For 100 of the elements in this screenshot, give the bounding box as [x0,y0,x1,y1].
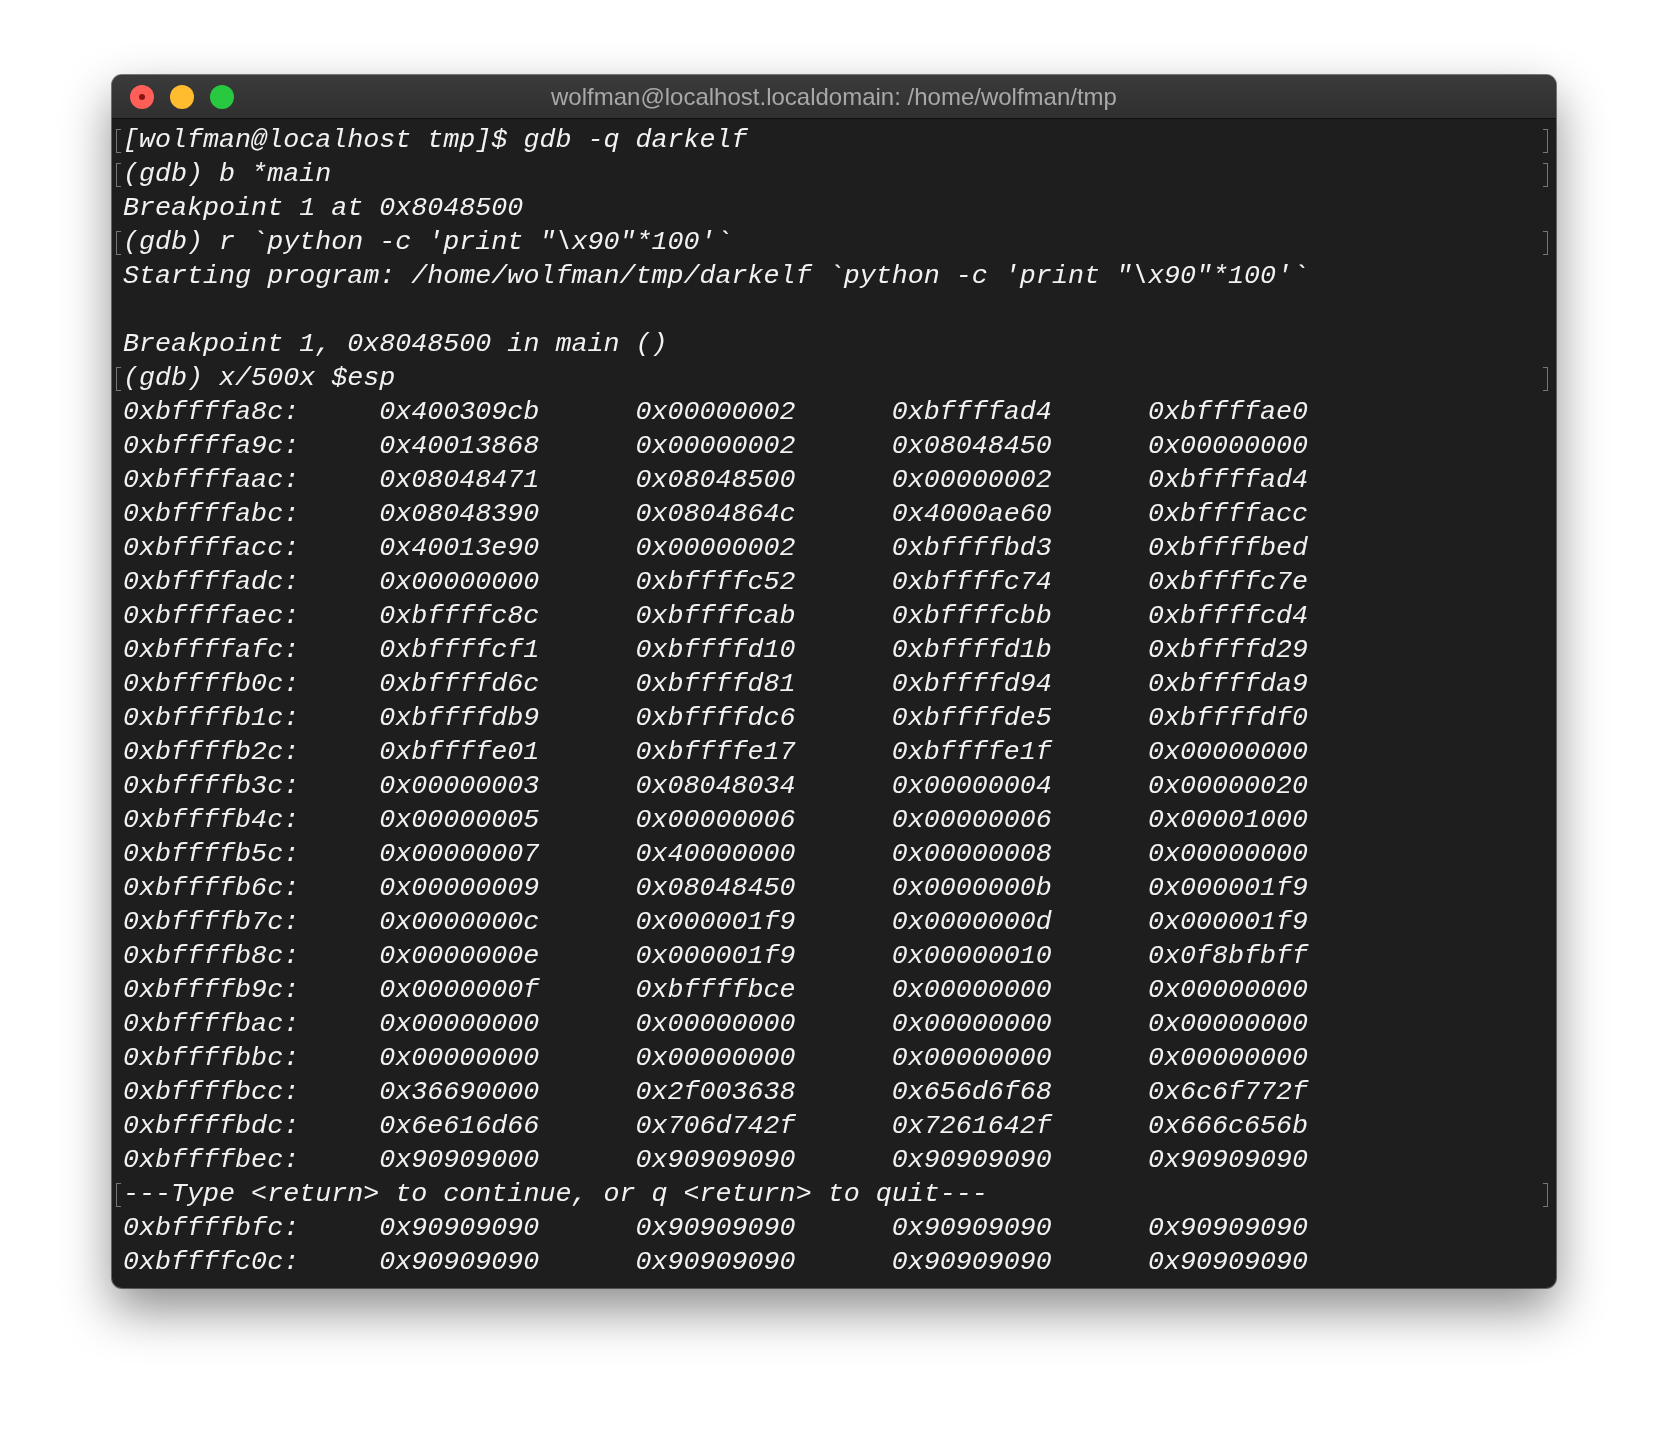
memory-value: 0x0000000e [379,940,541,973]
memory-value: 0x00000008 [891,838,1053,871]
memory-address: 0xbffffbfc: [123,1212,301,1245]
memory-value: 0xbffffcd4 [1147,600,1310,633]
memory-value: 0x7261642f [891,1110,1054,1143]
prompt-mark [1543,367,1548,391]
memory-value: 0x00000007 [379,838,541,871]
memory-value: 0x6e616d66 [379,1110,541,1143]
memory-address: 0xbffffabc: [123,498,301,531]
memory-value: 0x666c656b [1147,1110,1310,1143]
terminal-line: (gdb) x/500x $esp [123,362,396,395]
terminal-line: (gdb) b *main [123,158,332,191]
memory-address: 0xbffffb7c: [123,906,301,939]
window-title: wolfman@localhost.localdomain: /home/wolfman/tmp [551,82,1117,110]
memory-value: 0x90909090 [379,1246,541,1279]
memory-value: 0x08048450 [891,430,1053,463]
memory-value: 0xbffffcf1 [379,634,541,667]
memory-address: 0xbffffb9c: [123,974,301,1007]
memory-value: 0xbffffc74 [891,566,1053,599]
prompt-mark [1543,1183,1548,1207]
memory-value: 0xbffffda9 [1147,668,1310,701]
memory-value: 0xbffffacc [1147,498,1310,531]
memory-value: 0xbffffd10 [635,634,797,667]
close-button[interactable] [130,84,154,109]
memory-value: 0x000001f9 [1147,906,1310,939]
memory-value: 0x00000010 [891,940,1053,973]
memory-value: 0x00000000 [1147,1008,1310,1041]
memory-value: 0xbffffd81 [635,668,797,701]
memory-value: 0x0f8bfbff [1147,940,1310,973]
memory-address: 0xbffffbac: [123,1008,301,1041]
memory-value: 0xbffffbed [1147,532,1310,565]
memory-address: 0xbffffaac: [123,464,301,497]
memory-value: 0xbffffc8c [379,600,541,633]
memory-value: 0x08048390 [379,498,541,531]
terminal-line: Breakpoint 1 at 0x8048500 [123,192,524,225]
memory-value: 0x00000000 [1147,736,1310,769]
memory-address: 0xbffffb0c: [123,668,301,701]
memory-value: 0x90909090 [635,1246,797,1279]
memory-value: 0x400309cb [379,396,541,429]
memory-value: 0x00000006 [891,804,1053,837]
memory-value: 0x00000000 [635,1008,797,1041]
memory-value: 0x90909000 [379,1144,541,1177]
memory-value: 0x0000000d [891,906,1053,939]
memory-value: 0x2f003638 [635,1076,797,1109]
memory-value: 0x0000000f [379,974,541,1007]
memory-value: 0x08048471 [379,464,541,497]
memory-value: 0x90909090 [635,1212,797,1245]
memory-value: 0xbffffde5 [891,702,1053,735]
memory-value: 0xbffffbd3 [891,532,1053,565]
memory-address: 0xbffffadc: [123,566,301,599]
memory-value: 0x00000000 [891,974,1053,1007]
memory-value: 0xbffffd1b [891,634,1053,667]
memory-value: 0x40013e90 [379,532,541,565]
memory-value: 0x90909090 [379,1212,541,1245]
memory-value: 0x706d742f [635,1110,797,1143]
memory-value: 0x00000002 [635,430,797,463]
memory-value: 0xbffffad4 [891,396,1053,429]
memory-value: 0x00000000 [1147,430,1310,463]
memory-address: 0xbffffbdc: [123,1110,301,1143]
memory-value: 0x90909090 [891,1144,1053,1177]
memory-value: 0xbffffe01 [379,736,541,769]
memory-value: 0x08048450 [635,872,797,905]
memory-value: 0xbffffae0 [1147,396,1310,429]
memory-address: 0xbffffafc: [123,634,301,667]
memory-value: 0xbffffd6c [379,668,541,701]
memory-value: 0x00000000 [891,1042,1053,1075]
memory-value: 0x00000000 [635,1042,797,1075]
memory-value: 0x0000000c [379,906,541,939]
memory-value: 0xbffffdf0 [1147,702,1310,735]
memory-address: 0xbffffbbc: [123,1042,301,1075]
terminal-line: Starting program: /home/wolfman/tmp/darkelf `python -c 'print "\x90"*100'` [123,260,1309,293]
terminal-line: [wolfman@localhost tmp]$ gdb -q darkelf [123,124,748,157]
memory-address: 0xbffffb2c: [123,736,301,769]
memory-address: 0xbffffacc: [123,532,301,565]
memory-value: 0xbffffe1f [891,736,1054,769]
memory-value: 0x000001f9 [635,906,797,939]
memory-address: 0xbffffbcc: [123,1076,301,1109]
memory-value: 0xbffffc52 [635,566,797,599]
memory-value: 0x656d6f68 [891,1076,1053,1109]
memory-value: 0x36690000 [379,1076,541,1109]
memory-value: 0x000001f9 [1147,872,1310,905]
memory-value: 0x90909090 [1147,1246,1310,1279]
memory-address: 0xbffffb3c: [123,770,301,803]
memory-value: 0x00000000 [379,566,541,599]
memory-value: 0x00000009 [379,872,541,905]
memory-address: 0xbffffb1c: [123,702,301,735]
memory-value: 0xbffffc7e [1147,566,1310,599]
memory-value: 0xbffffdb9 [379,702,541,735]
terminal-line: ---Type <return> to continue, or q <return> to quit--- [123,1178,988,1211]
memory-value: 0x00000000 [1147,838,1310,871]
minimize-button[interactable] [170,84,194,109]
memory-value: 0x00000000 [1147,1042,1310,1075]
memory-value: 0x40000000 [635,838,797,871]
memory-value: 0x00000004 [891,770,1053,803]
memory-value: 0x000001f9 [635,940,797,973]
zoom-button[interactable] [210,84,234,109]
memory-value: 0x6c6f772f [1147,1076,1310,1109]
memory-value: 0x00000006 [635,804,797,837]
memory-value: 0xbffffcab [635,600,797,633]
memory-address: 0xbffffb8c: [123,940,301,973]
